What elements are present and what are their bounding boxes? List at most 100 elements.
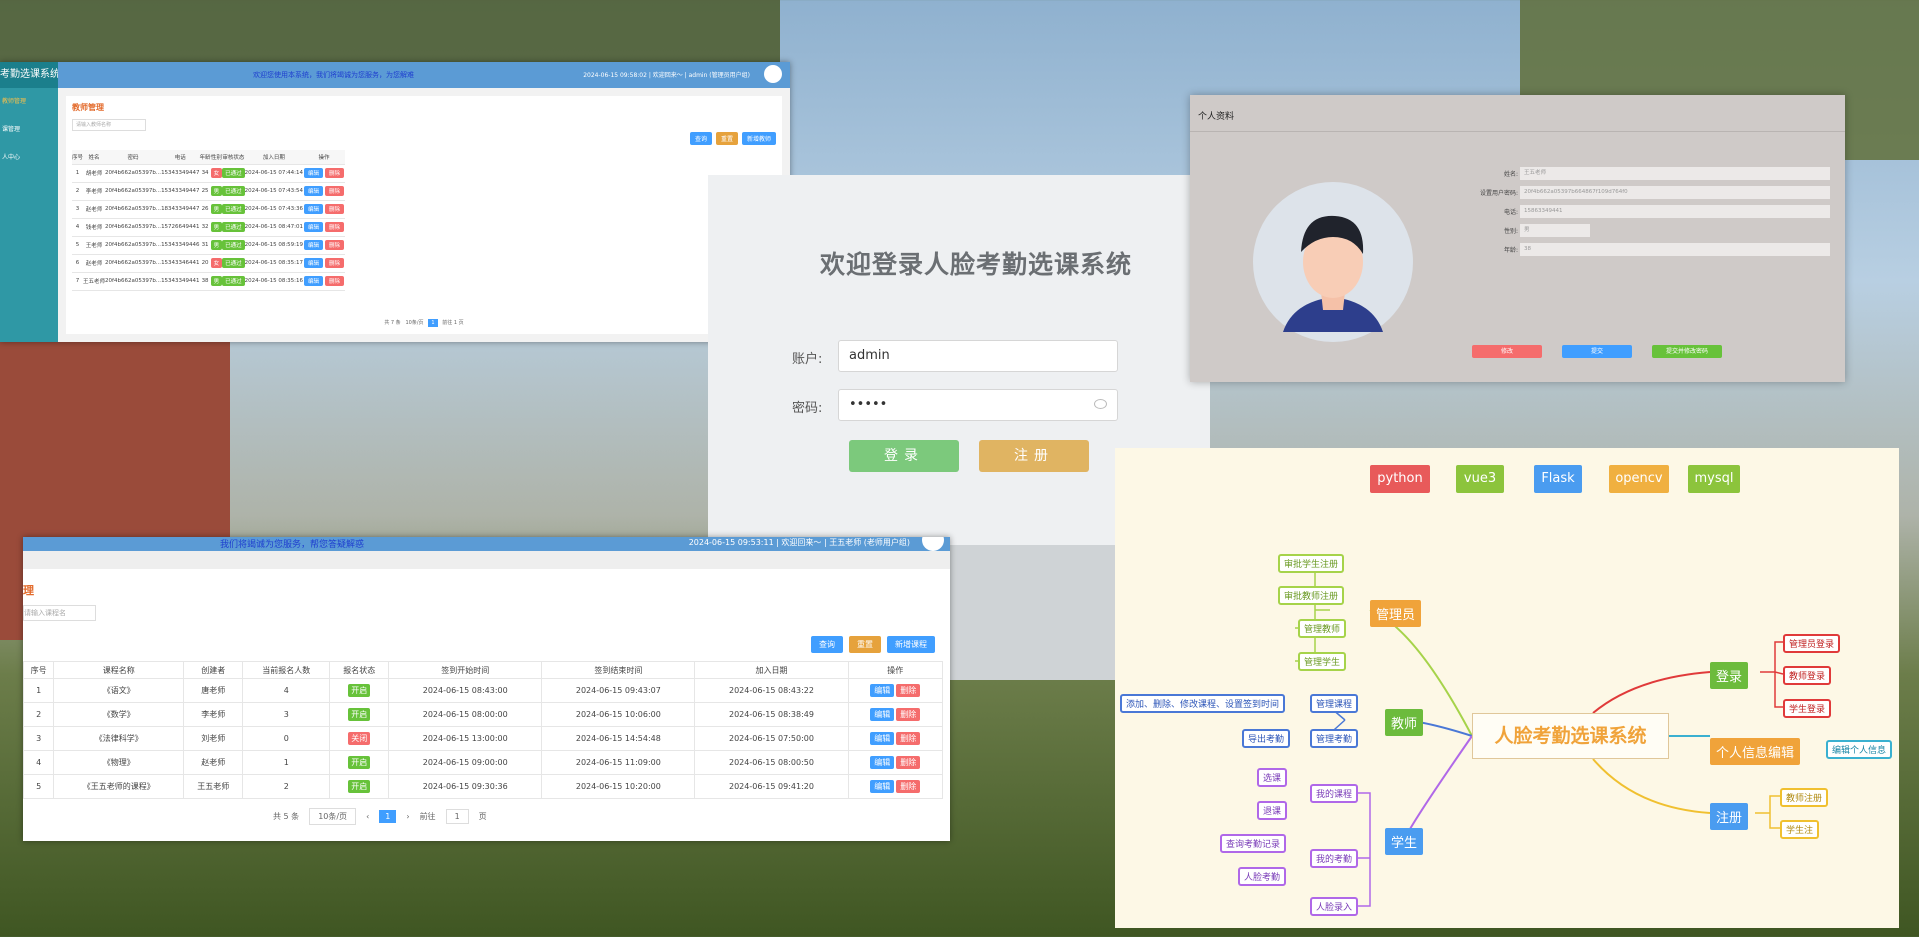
edit-button[interactable]: 编辑 [870, 684, 895, 697]
node-my-course: 我的课程 [1310, 784, 1359, 803]
mindmap-lines [1295, 562, 1784, 907]
node-manage-attendance: 管理考勤 [1310, 729, 1359, 748]
table-cell: 2024-06-15 08:00:50 [694, 750, 849, 775]
sidebar-item-course[interactable]: 课管理 [0, 116, 58, 144]
query-button[interactable]: 查询 [689, 132, 712, 145]
login-button[interactable]: 登录 [849, 440, 959, 472]
delete-button[interactable]: 删除 [325, 240, 345, 250]
delete-button[interactable]: 删除 [325, 258, 345, 268]
table-cell: 32 [199, 218, 211, 237]
delete-button[interactable]: 删除 [325, 186, 345, 196]
table-cell: 2024-06-15 11:09:00 [541, 750, 696, 775]
field-input[interactable]: 20f4b662a05397b664867f109d764f0 [1520, 186, 1830, 199]
table-cell: 20f4b662a05397b... [105, 236, 162, 255]
edit-button[interactable]: 编辑 [304, 240, 324, 250]
pager-unit: 页 [458, 320, 464, 326]
table-cell: 20f4b662a05397b... [105, 218, 162, 237]
node-manage-teacher: 管理教师 [1298, 619, 1347, 638]
field-input[interactable]: 38 [1520, 243, 1830, 256]
edit-button[interactable]: 修改 [1472, 345, 1542, 358]
sex-badge: 男 [210, 186, 223, 196]
table-row: 4 《物理》 赵老师 1 开启 2024-06-15 09:00:00 2024-06-15… [23, 750, 944, 775]
toolbar: 查询 重置 新增教师 [689, 132, 776, 145]
avatar[interactable] [922, 537, 944, 551]
field-input[interactable]: 15863349441 [1520, 205, 1830, 218]
account-input[interactable]: admin [838, 340, 1118, 372]
edit-button[interactable]: 编辑 [870, 708, 895, 721]
reset-button[interactable]: 重置 [715, 132, 738, 145]
delete-button[interactable]: 删除 [325, 276, 345, 286]
field-input[interactable]: 王五老师 [1520, 167, 1830, 180]
pager-goto: 前往 [442, 320, 453, 326]
password-input[interactable]: ••••• [838, 389, 1118, 421]
submit-button[interactable]: 提交 [1562, 345, 1632, 358]
edit-button[interactable]: 编辑 [304, 258, 324, 268]
pager-next[interactable]: › [406, 812, 409, 821]
edit-button[interactable]: 编辑 [304, 168, 324, 178]
status-badge: 已通过 [222, 276, 245, 286]
table-cell: 《王五老师的课程》 [53, 774, 185, 799]
table-cell: 15726649441 [161, 218, 200, 237]
avatar[interactable] [764, 65, 782, 83]
pager-current[interactable]: 1 [379, 810, 397, 823]
table-cell: 18343349447 [161, 200, 200, 219]
add-course-button[interactable]: 新增课程 [887, 636, 935, 653]
pager-goto-input[interactable]: 1 [445, 809, 469, 824]
node-approve-student: 审批学生注册 [1278, 554, 1345, 573]
delete-button[interactable]: 删除 [325, 222, 345, 232]
user-info: 2024-06-15 09:58:02 | 欢迎回来～ | admin (管理员… [583, 72, 750, 79]
node-teacher: 教师 [1385, 709, 1424, 736]
edit-button[interactable]: 编辑 [870, 756, 895, 769]
header-strip [23, 551, 950, 569]
delete-button[interactable]: 删除 [896, 732, 921, 745]
profile-field: 姓名: 王五老师 [1450, 167, 1830, 180]
register-button[interactable]: 注册 [979, 440, 1089, 472]
sex-badge: 女 [210, 168, 223, 178]
field-input[interactable]: 男 [1520, 224, 1590, 237]
edit-button[interactable]: 编辑 [304, 276, 324, 286]
add-teacher-button[interactable]: 新增教师 [741, 132, 776, 145]
pager-size[interactable]: 10条/页 [309, 808, 357, 825]
table-cell: 15343346441 [161, 254, 200, 273]
query-button[interactable]: 查询 [811, 636, 843, 653]
table-cell: 3 [72, 200, 84, 219]
table-cell: 赵老师 [183, 750, 244, 775]
table-cell: 2024-06-15 08:00:00 [388, 702, 543, 727]
sidebar-item-teacher[interactable]: 教师管理 [0, 88, 58, 116]
search-input[interactable]: 请输入教师名称 [72, 119, 146, 131]
pager-total: 共 7 条 [384, 320, 401, 326]
sidebar-item-profile[interactable]: 人中心 [0, 144, 58, 172]
pager-size[interactable]: 10条/页 [405, 320, 423, 326]
table-row: 1 胡老师 20f4b662a05397b... 15343349447 34 女已通过 2… [72, 164, 346, 183]
edit-button[interactable]: 编辑 [870, 780, 895, 793]
course-table: 序号 课程名称 创建者 当前报名人数 报名状态 签到开始时间 签到结束时间 加入日期 操作 1 《… [23, 661, 944, 799]
delete-button[interactable]: 删除 [896, 684, 921, 697]
search-input[interactable]: 请输入课程名 [23, 605, 96, 621]
eye-icon[interactable] [1094, 399, 1107, 409]
edit-button[interactable]: 编辑 [304, 222, 324, 232]
course-management-window: 我们将竭诚为您服务，帮您答疑解惑 2024-06-15 09:53:11 | 欢… [23, 537, 950, 841]
edit-button[interactable]: 编辑 [304, 186, 324, 196]
table-row: 4 钱老师 20f4b662a05397b... 15726649441 32 男已通过 2… [72, 218, 346, 237]
delete-button[interactable]: 删除 [896, 780, 921, 793]
field-label: 电话: [1503, 209, 1518, 216]
edit-button[interactable]: 编辑 [304, 204, 324, 214]
table-cell: 38 [199, 272, 211, 291]
profile-field: 设置用户密码: 20f4b662a05397b664867f109d764f0 [1450, 186, 1830, 199]
table-cell: 《物理》 [53, 750, 185, 775]
table-cell: 2024-06-15 08:59:19 [244, 236, 304, 255]
delete-button[interactable]: 删除 [896, 708, 921, 721]
delete-button[interactable]: 删除 [325, 204, 345, 214]
table-cell: 唐老师 [183, 678, 244, 703]
edit-button[interactable]: 编辑 [870, 732, 895, 745]
pager-prev[interactable]: ‹ [366, 812, 369, 821]
table-cell: 20f4b662a05397b... [105, 182, 162, 201]
node-query-attendance: 查询考勤记录 [1220, 834, 1287, 853]
pager-current[interactable]: 1 [428, 319, 438, 327]
delete-button[interactable]: 删除 [896, 756, 921, 769]
submit-change-password-button[interactable]: 提交并修改密码 [1652, 345, 1722, 358]
delete-button[interactable]: 删除 [325, 168, 345, 178]
pager-goto-input[interactable]: 1 [454, 320, 457, 326]
reset-button[interactable]: 重置 [849, 636, 881, 653]
field-label: 设置用户密码: [1479, 190, 1518, 197]
